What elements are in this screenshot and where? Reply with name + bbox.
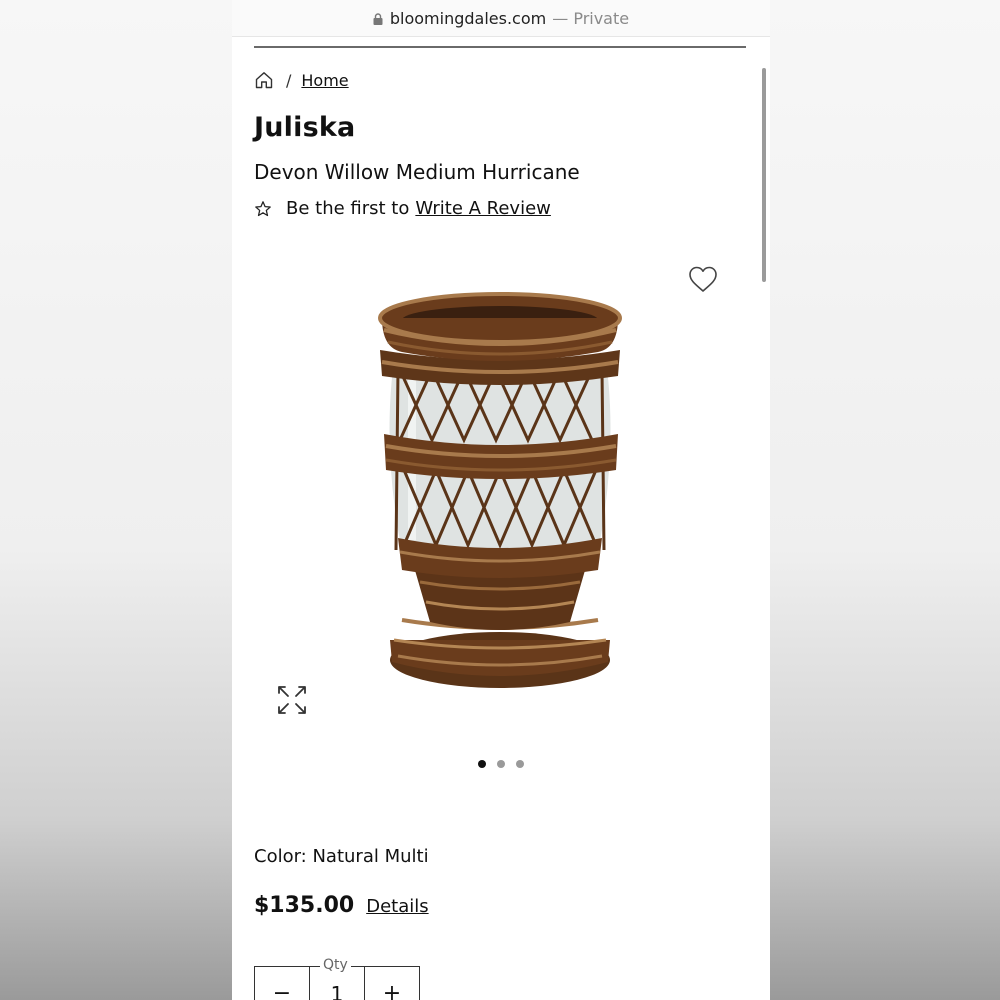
product-image[interactable] — [372, 290, 632, 700]
product-title: Devon Willow Medium Hurricane — [254, 160, 580, 184]
header-divider — [254, 46, 746, 48]
quantity-label: Qty — [320, 957, 351, 973]
quantity-decrease-button[interactable]: − — [255, 967, 310, 1000]
price: $135.00 — [254, 893, 355, 918]
private-label: — Private — [552, 8, 630, 28]
address-bar[interactable]: bloomingdales.com — Private — [232, 0, 770, 37]
color-label: Color: Natural Multi — [254, 846, 429, 867]
carousel-dot-3[interactable] — [516, 760, 524, 768]
url-domain: bloomingdales.com — [389, 8, 547, 28]
star-icon — [255, 200, 271, 216]
price-row: $135.00 Details — [254, 893, 429, 918]
background-left — [0, 0, 232, 1000]
carousel-dot-2[interactable] — [497, 760, 505, 768]
heart-icon[interactable] — [687, 264, 719, 294]
details-link[interactable]: Details — [366, 896, 428, 917]
carousel-dot-1[interactable] — [478, 760, 486, 768]
home-icon[interactable] — [254, 70, 274, 90]
carousel-dots — [232, 760, 770, 768]
mobile-browser-viewport: bloomingdales.com — Private / Home Julis… — [232, 0, 770, 1000]
review-row: Be the first to Write A Review — [254, 198, 551, 219]
breadcrumb: / Home — [254, 70, 349, 90]
brand-name[interactable]: Juliska — [254, 112, 355, 143]
background-right — [770, 0, 1000, 1000]
write-review-link[interactable]: Write A Review — [415, 198, 551, 219]
quantity-increase-button[interactable]: + — [364, 967, 419, 1000]
lock-icon — [373, 13, 383, 25]
review-prefix: Be the first to — [286, 198, 410, 219]
breadcrumb-home-link[interactable]: Home — [301, 71, 348, 90]
breadcrumb-separator: / — [286, 70, 292, 90]
scrollbar[interactable] — [762, 68, 766, 282]
expand-icon[interactable] — [276, 684, 308, 716]
